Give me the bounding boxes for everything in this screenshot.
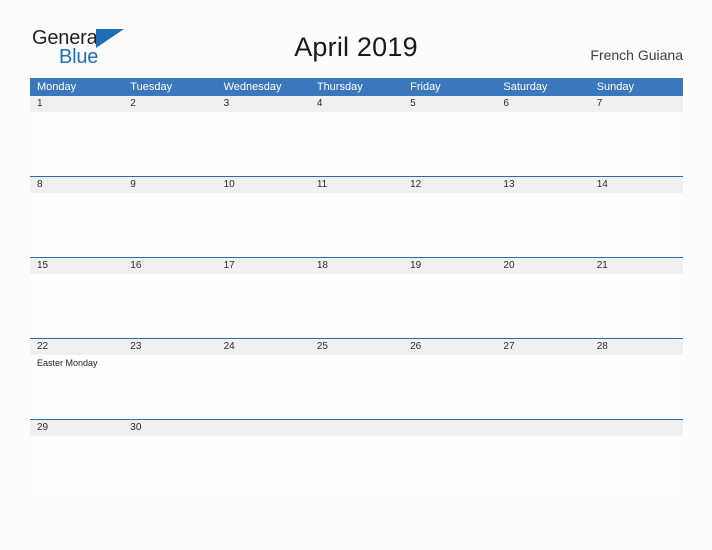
day-cell-3[interactable]	[217, 112, 310, 176]
week-day-number-band: 22 23 24 25 26 27 28	[30, 339, 683, 355]
day-number-empty	[403, 420, 496, 436]
day-number-6[interactable]: 6	[496, 96, 589, 112]
week-day-body-band: Easter Monday	[30, 355, 683, 419]
day-cell-1[interactable]	[30, 112, 123, 176]
day-number-21[interactable]: 21	[590, 258, 683, 274]
weekday-header-monday: Monday	[37, 81, 77, 93]
day-number-empty	[217, 420, 310, 436]
weekday-header-wednesday: Wednesday	[223, 81, 282, 93]
day-cell-10[interactable]	[217, 193, 310, 257]
weekday-header-tuesday: Tuesday	[130, 81, 173, 93]
day-number-14[interactable]: 14	[590, 177, 683, 193]
day-number-4[interactable]: 4	[310, 96, 403, 112]
week-day-body-band	[30, 436, 683, 500]
calendar-week-row: 29 30	[30, 419, 683, 500]
day-number-16[interactable]: 16	[123, 258, 216, 274]
calendar-week-row: 8 9 10 11 12 13 14	[30, 176, 683, 257]
day-number-20[interactable]: 20	[496, 258, 589, 274]
calendar-weeks: 1 2 3 4 5 6 7 8 9 10 11 12 13 14 15 16 17 18 19 20 21 22 23 24 2…	[30, 96, 683, 500]
day-number-28[interactable]: 28	[590, 339, 683, 355]
day-cell-5[interactable]	[403, 112, 496, 176]
day-number-22[interactable]: 22	[30, 339, 123, 355]
day-cell-6[interactable]	[496, 112, 589, 176]
day-number-7[interactable]: 7	[590, 96, 683, 112]
calendar-week-row: 22 23 24 25 26 27 28 Easter Monday	[30, 338, 683, 419]
calendar-grid: Monday Tuesday Wednesday Thursday Friday Satu…	[30, 78, 683, 500]
day-cell-30[interactable]	[123, 436, 216, 500]
day-number-1[interactable]: 1	[30, 96, 123, 112]
day-number-12[interactable]: 12	[403, 177, 496, 193]
page-header: General Blue April 2019 French Guiana	[0, 0, 712, 78]
day-cell-empty	[310, 436, 403, 500]
day-cell-24[interactable]	[217, 355, 310, 419]
day-cell-empty	[403, 436, 496, 500]
day-cell-14[interactable]	[590, 193, 683, 257]
weekday-header-row: Monday Tuesday Wednesday Thursday Friday Satu…	[30, 78, 683, 96]
day-number-30[interactable]: 30	[123, 420, 216, 436]
day-cell-18[interactable]	[310, 274, 403, 338]
day-number-11[interactable]: 11	[310, 177, 403, 193]
weekday-header-thursday: Thursday	[316, 81, 363, 93]
day-number-empty	[590, 420, 683, 436]
day-cell-empty	[590, 436, 683, 500]
day-number-13[interactable]: 13	[496, 177, 589, 193]
day-cell-9[interactable]	[123, 193, 216, 257]
week-day-number-band: 1234567	[30, 96, 683, 112]
day-cell-23[interactable]	[123, 355, 216, 419]
day-number-5[interactable]: 5	[403, 96, 496, 112]
week-day-number-band: 29 30	[30, 420, 683, 436]
day-number-25[interactable]: 25	[310, 339, 403, 355]
day-number-8[interactable]: 8	[30, 177, 123, 193]
day-cell-20[interactable]	[496, 274, 589, 338]
day-cell-empty	[217, 436, 310, 500]
day-cell-27[interactable]	[496, 355, 589, 419]
day-cell-7[interactable]	[590, 112, 683, 176]
day-number-27[interactable]: 27	[496, 339, 589, 355]
day-cell-11[interactable]	[310, 193, 403, 257]
day-number-19[interactable]: 19	[403, 258, 496, 274]
day-number-15[interactable]: 15	[30, 258, 123, 274]
day-cell-empty	[496, 436, 589, 500]
day-number-10[interactable]: 10	[217, 177, 310, 193]
day-cell-17[interactable]	[217, 274, 310, 338]
week-day-body-band	[30, 112, 683, 176]
day-number-17[interactable]: 17	[217, 258, 310, 274]
region-label: French Guiana	[590, 47, 683, 63]
day-cell-15[interactable]	[30, 274, 123, 338]
day-cell-22[interactable]: Easter Monday	[30, 355, 123, 419]
week-day-body-band	[30, 193, 683, 257]
day-cell-28[interactable]	[590, 355, 683, 419]
holiday-event-label: Easter Monday	[37, 358, 98, 368]
day-number-3[interactable]: 3	[217, 96, 310, 112]
day-number-empty	[310, 420, 403, 436]
week-day-number-band: 8 9 10 11 12 13 14	[30, 177, 683, 193]
weekday-header-sunday: Sunday	[596, 81, 634, 93]
day-number-9[interactable]: 9	[123, 177, 216, 193]
day-number-2[interactable]: 2	[123, 96, 216, 112]
day-number-29[interactable]: 29	[30, 420, 123, 436]
calendar-week-row: 1234567	[30, 96, 683, 176]
weekday-header-saturday: Saturday	[503, 81, 548, 93]
day-number-18[interactable]: 18	[310, 258, 403, 274]
day-cell-26[interactable]	[403, 355, 496, 419]
calendar-week-row: 15 16 17 18 19 20 21	[30, 257, 683, 338]
day-number-26[interactable]: 26	[403, 339, 496, 355]
week-day-number-band: 15 16 17 18 19 20 21	[30, 258, 683, 274]
day-cell-19[interactable]	[403, 274, 496, 338]
day-cell-29[interactable]	[30, 436, 123, 500]
day-number-24[interactable]: 24	[217, 339, 310, 355]
weekday-header-friday: Friday	[410, 81, 441, 93]
day-number-23[interactable]: 23	[123, 339, 216, 355]
day-cell-8[interactable]	[30, 193, 123, 257]
day-cell-25[interactable]	[310, 355, 403, 419]
day-cell-4[interactable]	[310, 112, 403, 176]
day-cell-12[interactable]	[403, 193, 496, 257]
day-cell-13[interactable]	[496, 193, 589, 257]
week-day-body-band	[30, 274, 683, 338]
day-cell-21[interactable]	[590, 274, 683, 338]
day-cell-16[interactable]	[123, 274, 216, 338]
day-number-empty	[496, 420, 589, 436]
day-cell-2[interactable]	[123, 112, 216, 176]
